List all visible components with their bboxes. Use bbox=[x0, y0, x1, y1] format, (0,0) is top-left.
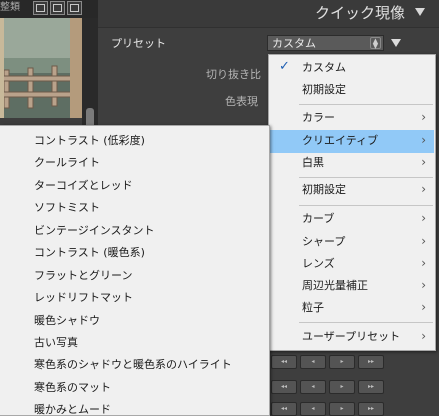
creative-submenu: コントラスト (低彩度) クールライト ターコイズとレッド ソフトミスト ビンテ… bbox=[0, 125, 270, 416]
submenu-item[interactable]: 古い写真 bbox=[34, 337, 78, 348]
submenu-arrow-icon: › bbox=[421, 234, 426, 248]
menu-item-label: 周辺光量補正 bbox=[302, 279, 368, 292]
increase-large-button[interactable]: ▸▸ bbox=[358, 355, 384, 369]
menu-item-label: カスタム bbox=[302, 61, 346, 74]
menu-item-label: レンズ bbox=[302, 257, 335, 270]
submenu-item[interactable]: 寒色系のマット bbox=[34, 382, 111, 393]
adjust-row: ◂◂ ◂ ▸ ▸▸ bbox=[271, 355, 385, 369]
loupe-view-icon[interactable] bbox=[50, 1, 65, 15]
submenu-arrow-icon: › bbox=[421, 278, 426, 292]
submenu-item[interactable]: レッドリフトマット bbox=[34, 292, 133, 303]
increase-button[interactable]: ▸ bbox=[329, 402, 355, 416]
panel-title: クイック現像 bbox=[314, 4, 405, 22]
compare-view-icon[interactable] bbox=[67, 1, 82, 15]
submenu-arrow-icon: › bbox=[421, 329, 426, 343]
menu-separator bbox=[299, 104, 433, 105]
submenu-arrow-icon: › bbox=[421, 300, 426, 314]
decrease-button[interactable]: ◂ bbox=[300, 380, 326, 394]
decrease-button[interactable]: ◂ bbox=[300, 355, 326, 369]
submenu-item[interactable]: ターコイズとレッド bbox=[34, 180, 133, 191]
submenu-arrow-icon: › bbox=[421, 211, 426, 225]
menu-separator bbox=[299, 205, 433, 206]
photo-image bbox=[0, 18, 82, 118]
menu-item-creative[interactable]: クリエイティブ › bbox=[270, 130, 434, 153]
menu-item-sharpen[interactable]: シャープ › bbox=[270, 231, 434, 254]
submenu-item[interactable]: クールライト bbox=[34, 157, 100, 168]
submenu-item[interactable]: フラットとグリーン bbox=[34, 270, 132, 281]
collapse-triangle-icon[interactable] bbox=[415, 8, 425, 16]
submenu-arrow-icon: › bbox=[421, 110, 426, 124]
menu-item-label: 初期設定 bbox=[302, 83, 346, 96]
menu-item-color[interactable]: カラー › bbox=[270, 107, 434, 130]
menu-item-label: 初期設定 bbox=[302, 183, 346, 196]
menu-item-label: シャープ bbox=[302, 235, 346, 248]
menu-item-label: ユーザープリセット bbox=[302, 330, 401, 343]
submenu-item[interactable]: コントラスト (暖色系) bbox=[34, 247, 145, 258]
increase-large-button[interactable]: ▸▸ bbox=[358, 402, 384, 416]
submenu-item[interactable]: ビンテージインスタント bbox=[34, 225, 155, 236]
preset-value: カスタム bbox=[272, 37, 316, 50]
menu-item-label: 粒子 bbox=[302, 301, 324, 314]
stepper-arrows-icon: ▲ ▼ bbox=[370, 37, 381, 50]
menu-item-label: 白黒 bbox=[302, 156, 324, 169]
decrease-button[interactable]: ◂ bbox=[300, 402, 326, 416]
menu-item-default[interactable]: 初期設定 bbox=[270, 79, 434, 102]
increase-button[interactable]: ▸ bbox=[329, 380, 355, 394]
menu-item-lens[interactable]: レンズ › bbox=[270, 253, 434, 276]
menu-item-defaults[interactable]: 初期設定 › bbox=[270, 179, 434, 202]
submenu-arrow-icon: › bbox=[421, 155, 426, 169]
toolbar-strip: 整類 bbox=[0, 0, 98, 18]
panel-header[interactable]: クイック現像 bbox=[98, 0, 439, 28]
grid-view-icon[interactable] bbox=[33, 1, 48, 15]
preset-label: プリセット bbox=[111, 37, 166, 50]
menu-item-curve[interactable]: カーブ › bbox=[270, 208, 434, 231]
color-treatment-label: 色表現 bbox=[225, 95, 258, 108]
menu-item-custom[interactable]: ✓ カスタム bbox=[270, 57, 434, 80]
preset-disclosure-icon[interactable] bbox=[391, 39, 401, 47]
menu-item-user-presets[interactable]: ユーザープリセット › bbox=[270, 326, 434, 349]
increase-button[interactable]: ▸ bbox=[329, 355, 355, 369]
adjust-row: ◂◂ ◂ ▸ ▸▸ bbox=[271, 402, 385, 416]
decrease-large-button[interactable]: ◂◂ bbox=[271, 355, 297, 369]
decrease-large-button[interactable]: ◂◂ bbox=[271, 402, 297, 416]
submenu-item[interactable]: 寒色系のシャドウと暖色系のハイライト bbox=[34, 359, 232, 370]
adjust-row: ◂◂ ◂ ▸ ▸▸ bbox=[271, 380, 385, 394]
menu-item-vignette[interactable]: 周辺光量補正 › bbox=[270, 275, 434, 298]
submenu-item[interactable]: 暖かみとムード bbox=[34, 404, 111, 415]
menu-item-grain[interactable]: 粒子 › bbox=[270, 297, 434, 320]
checkmark-icon: ✓ bbox=[279, 59, 290, 74]
menu-item-label: カラー bbox=[302, 111, 335, 124]
menu-separator bbox=[299, 322, 433, 323]
increase-large-button[interactable]: ▸▸ bbox=[358, 380, 384, 394]
submenu-item[interactable]: コントラスト (低彩度) bbox=[34, 135, 145, 146]
submenu-item[interactable]: ソフトミスト bbox=[34, 202, 100, 213]
menu-item-label: クリエイティブ bbox=[302, 134, 379, 147]
menu-item-bw[interactable]: 白黒 › bbox=[270, 152, 434, 175]
photo-thumbnail[interactable] bbox=[0, 18, 82, 118]
preset-dropdown[interactable]: カスタム ▲ ▼ bbox=[267, 35, 384, 51]
menu-item-label: カーブ bbox=[302, 212, 335, 225]
filmstrip-scrollbar[interactable] bbox=[82, 18, 98, 132]
strip-label: 整類 bbox=[0, 2, 20, 13]
submenu-arrow-icon: › bbox=[421, 133, 426, 147]
menu-separator bbox=[299, 177, 433, 178]
submenu-item[interactable]: 暖色シャドウ bbox=[34, 315, 100, 326]
preset-menu: ✓ カスタム 初期設定 カラー › クリエイティブ › 白黒 › 初期設定 › … bbox=[268, 54, 436, 351]
submenu-arrow-icon: › bbox=[421, 256, 426, 270]
crop-ratio-label: 切り抜き比 bbox=[206, 68, 261, 81]
decrease-large-button[interactable]: ◂◂ bbox=[271, 380, 297, 394]
submenu-arrow-icon: › bbox=[421, 182, 426, 196]
